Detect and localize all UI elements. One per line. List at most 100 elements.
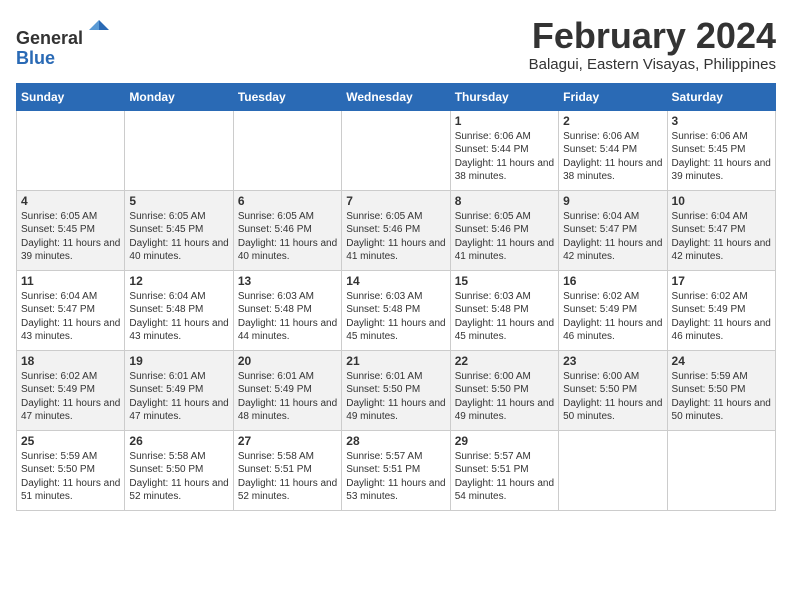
table-row: 2 Sunrise: 6:06 AM Sunset: 5:44 PM Daylig…: [559, 110, 667, 190]
day-number: 12: [129, 274, 228, 288]
day-info: Sunrise: 6:03 AM Sunset: 5:48 PM Dayligh…: [455, 290, 554, 344]
table-row: [233, 110, 341, 190]
table-row: 16 Sunrise: 6:02 AM Sunset: 5:49 PM Dayli…: [559, 270, 667, 350]
table-row: 19 Sunrise: 6:01 AM Sunset: 5:49 PM Dayli…: [125, 350, 233, 430]
day-number: 24: [672, 354, 771, 368]
day-info: Sunrise: 6:03 AM Sunset: 5:48 PM Dayligh…: [238, 290, 337, 344]
day-info: Sunrise: 6:05 AM Sunset: 5:46 PM Dayligh…: [455, 210, 554, 264]
day-number: 23: [563, 354, 662, 368]
day-info: Sunrise: 6:05 AM Sunset: 5:46 PM Dayligh…: [346, 210, 445, 264]
day-info: Sunrise: 6:02 AM Sunset: 5:49 PM Dayligh…: [21, 370, 120, 424]
day-number: 21: [346, 354, 445, 368]
day-number: 29: [455, 434, 554, 448]
day-info: Sunrise: 5:59 AM Sunset: 5:50 PM Dayligh…: [672, 370, 771, 424]
day-number: 9: [563, 194, 662, 208]
table-row: 1 Sunrise: 6:06 AM Sunset: 5:44 PM Daylig…: [450, 110, 558, 190]
day-info: Sunrise: 6:06 AM Sunset: 5:44 PM Dayligh…: [455, 130, 554, 184]
day-info: Sunrise: 6:01 AM Sunset: 5:50 PM Dayligh…: [346, 370, 445, 424]
table-row: [559, 430, 667, 510]
col-header-sunday: Sunday: [17, 83, 125, 110]
day-number: 27: [238, 434, 337, 448]
day-number: 10: [672, 194, 771, 208]
day-number: 1: [455, 114, 554, 128]
table-row: 9 Sunrise: 6:04 AM Sunset: 5:47 PM Daylig…: [559, 190, 667, 270]
day-info: Sunrise: 6:05 AM Sunset: 5:46 PM Dayligh…: [238, 210, 337, 264]
calendar-title: February 2024: [529, 16, 776, 56]
day-info: Sunrise: 6:05 AM Sunset: 5:45 PM Dayligh…: [21, 210, 120, 264]
day-number: 11: [21, 274, 120, 288]
day-number: 25: [21, 434, 120, 448]
day-number: 16: [563, 274, 662, 288]
day-number: 7: [346, 194, 445, 208]
table-row: 23 Sunrise: 6:00 AM Sunset: 5:50 PM Dayli…: [559, 350, 667, 430]
day-number: 19: [129, 354, 228, 368]
day-info: Sunrise: 6:06 AM Sunset: 5:44 PM Dayligh…: [563, 130, 662, 184]
day-info: Sunrise: 6:04 AM Sunset: 5:47 PM Dayligh…: [563, 210, 662, 264]
day-info: Sunrise: 6:02 AM Sunset: 5:49 PM Dayligh…: [672, 290, 771, 344]
day-number: 2: [563, 114, 662, 128]
day-number: 14: [346, 274, 445, 288]
table-row: 20Sunrise: 6:01 AM Sunset: 5:49 PM Dayli…: [233, 350, 341, 430]
table-row: [17, 110, 125, 190]
day-info: Sunrise: 5:59 AM Sunset: 5:50 PM Dayligh…: [21, 450, 120, 504]
day-info: Sunrise: 6:04 AM Sunset: 5:47 PM Dayligh…: [672, 210, 771, 264]
day-info: Sunrise: 5:58 AM Sunset: 5:51 PM Dayligh…: [238, 450, 337, 504]
table-row: 10 Sunrise: 6:04 AM Sunset: 5:47 PM Dayli…: [667, 190, 775, 270]
table-row: 8 Sunrise: 6:05 AM Sunset: 5:46 PM Daylig…: [450, 190, 558, 270]
day-info: Sunrise: 5:57 AM Sunset: 5:51 PM Dayligh…: [455, 450, 554, 504]
table-row: 27 Sunrise: 5:58 AM Sunset: 5:51 PM Dayli…: [233, 430, 341, 510]
day-info: Sunrise: 5:57 AM Sunset: 5:51 PM Dayligh…: [346, 450, 445, 504]
col-header-monday: Monday: [125, 83, 233, 110]
day-info: Sunrise: 6:02 AM Sunset: 5:49 PM Dayligh…: [563, 290, 662, 344]
table-row: 22Sunrise: 6:00 AM Sunset: 5:50 PM Dayli…: [450, 350, 558, 430]
table-row: 7 Sunrise: 6:05 AM Sunset: 5:46 PM Daylig…: [342, 190, 450, 270]
table-row: 3 Sunrise: 6:06 AM Sunset: 5:45 PM Daylig…: [667, 110, 775, 190]
table-row: 25 Sunrise: 5:59 AM Sunset: 5:50 PM Dayli…: [17, 430, 125, 510]
calendar-subtitle: Balagui, Eastern Visayas, Philippines: [529, 56, 776, 73]
title-area: February 2024 Balagui, Eastern Visayas, …: [529, 16, 776, 73]
day-info: Sunrise: 6:04 AM Sunset: 5:47 PM Dayligh…: [21, 290, 120, 344]
day-number: 22: [455, 354, 554, 368]
table-row: 13Sunrise: 6:03 AM Sunset: 5:48 PM Dayli…: [233, 270, 341, 350]
col-header-friday: Friday: [559, 83, 667, 110]
col-header-wednesday: Wednesday: [342, 83, 450, 110]
day-number: 26: [129, 434, 228, 448]
day-number: 28: [346, 434, 445, 448]
table-row: [667, 430, 775, 510]
page-header: General Blue February 2024 Balagui, East…: [16, 16, 776, 73]
day-number: 8: [455, 194, 554, 208]
day-number: 3: [672, 114, 771, 128]
logo-icon: [85, 16, 113, 44]
day-info: Sunrise: 6:00 AM Sunset: 5:50 PM Dayligh…: [563, 370, 662, 424]
day-info: Sunrise: 6:03 AM Sunset: 5:48 PM Dayligh…: [346, 290, 445, 344]
logo-general: General: [16, 28, 83, 48]
table-row: 11 Sunrise: 6:04 AM Sunset: 5:47 PM Dayli…: [17, 270, 125, 350]
day-number: 5: [129, 194, 228, 208]
table-row: 21 Sunrise: 6:01 AM Sunset: 5:50 PM Dayli…: [342, 350, 450, 430]
logo-blue: Blue: [16, 48, 55, 68]
table-row: 12 Sunrise: 6:04 AM Sunset: 5:48 PM Dayli…: [125, 270, 233, 350]
day-info: Sunrise: 6:05 AM Sunset: 5:45 PM Dayligh…: [129, 210, 228, 264]
day-info: Sunrise: 5:58 AM Sunset: 5:50 PM Dayligh…: [129, 450, 228, 504]
table-row: 28 Sunrise: 5:57 AM Sunset: 5:51 PM Dayli…: [342, 430, 450, 510]
table-row: 6 Sunrise: 6:05 AM Sunset: 5:46 PM Daylig…: [233, 190, 341, 270]
day-number: 6: [238, 194, 337, 208]
table-row: 18Sunrise: 6:02 AM Sunset: 5:49 PM Dayli…: [17, 350, 125, 430]
day-info: Sunrise: 6:04 AM Sunset: 5:48 PM Dayligh…: [129, 290, 228, 344]
table-row: 29 Sunrise: 5:57 AM Sunset: 5:51 PM Dayli…: [450, 430, 558, 510]
logo: General Blue: [16, 16, 113, 69]
day-info: Sunrise: 6:01 AM Sunset: 5:49 PM Dayligh…: [129, 370, 228, 424]
table-row: [125, 110, 233, 190]
day-number: 15: [455, 274, 554, 288]
table-row: 24 Sunrise: 5:59 AM Sunset: 5:50 PM Dayli…: [667, 350, 775, 430]
col-header-thursday: Thursday: [450, 83, 558, 110]
calendar-table: SundayMondayTuesdayWednesdayThursdayFrid…: [16, 83, 776, 511]
col-header-tuesday: Tuesday: [233, 83, 341, 110]
table-row: [342, 110, 450, 190]
table-row: 26 Sunrise: 5:58 AM Sunset: 5:50 PM Dayli…: [125, 430, 233, 510]
day-info: Sunrise: 6:01 AM Sunset: 5:49 PM Dayligh…: [238, 370, 337, 424]
day-info: Sunrise: 6:06 AM Sunset: 5:45 PM Dayligh…: [672, 130, 771, 184]
day-number: 17: [672, 274, 771, 288]
col-header-saturday: Saturday: [667, 83, 775, 110]
table-row: 4Sunrise: 6:05 AM Sunset: 5:45 PM Daylig…: [17, 190, 125, 270]
